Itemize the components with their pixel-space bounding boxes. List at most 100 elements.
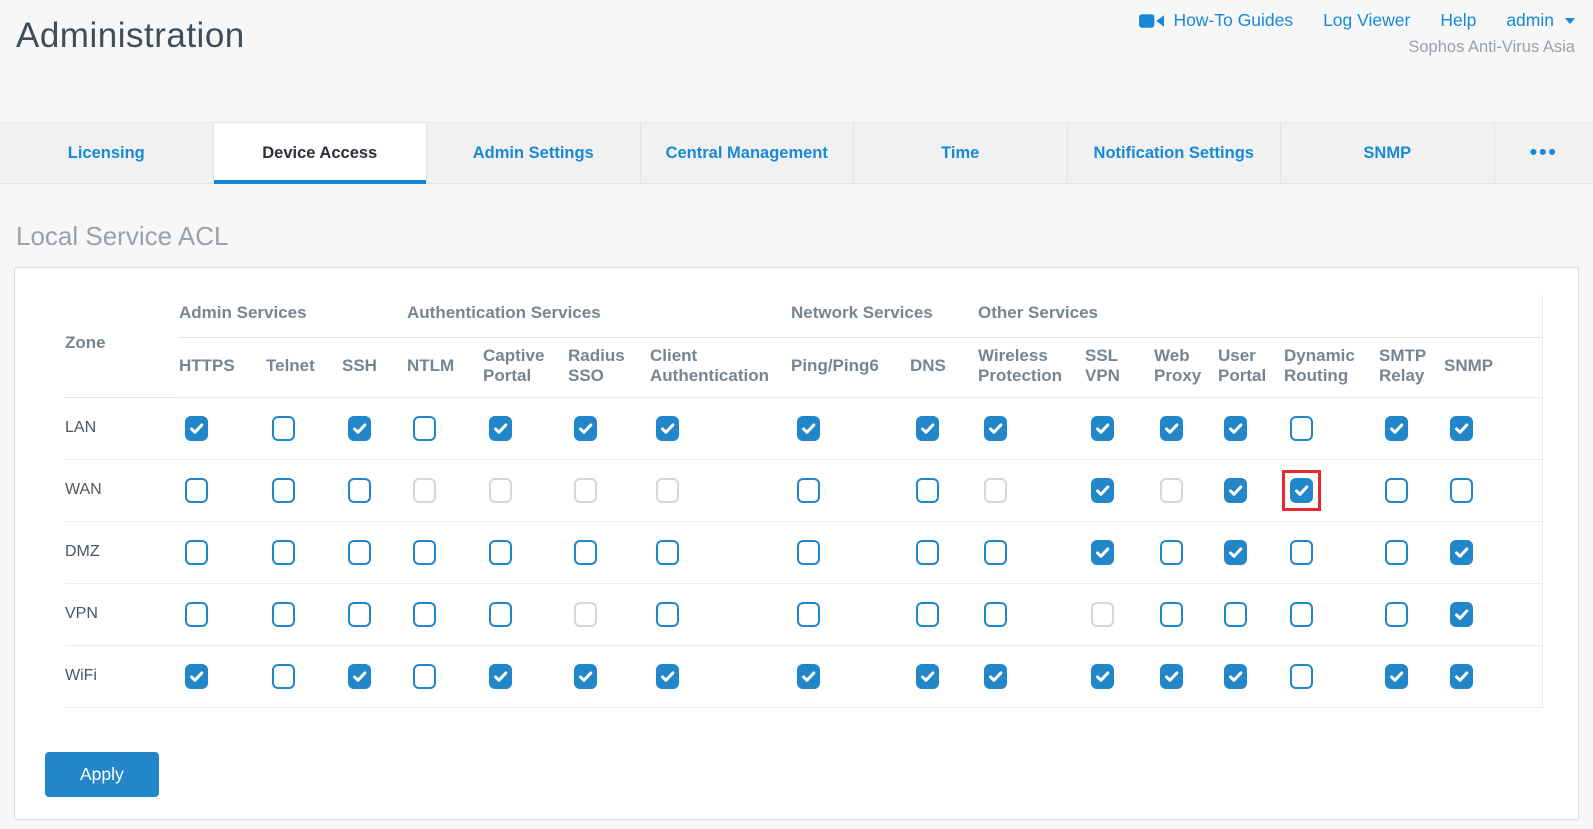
checkbox-wifi-ntlm[interactable] [413, 664, 436, 689]
checkbox-vpn-client-authentication[interactable] [656, 602, 679, 627]
cell-wan-dns [910, 459, 978, 521]
checkbox-lan-wireless-protection[interactable] [984, 416, 1007, 441]
checkbox-wifi-web-proxy[interactable] [1160, 664, 1183, 689]
help-link[interactable]: Help [1440, 10, 1476, 31]
checkbox-vpn-snmp[interactable] [1450, 602, 1473, 627]
checkbox-wifi-dynamic-routing[interactable] [1290, 664, 1313, 689]
checkbox-lan-smtp-relay[interactable] [1385, 416, 1408, 441]
checkbox-wan-https[interactable] [185, 478, 208, 503]
checkbox-vpn-user-portal[interactable] [1224, 602, 1247, 627]
checkbox-vpn-wireless-protection[interactable] [984, 602, 1007, 627]
checkbox-wan-ssl-vpn[interactable] [1091, 478, 1114, 503]
checkbox-vpn-ping-ping6[interactable] [797, 602, 820, 627]
checkbox-wan-dns[interactable] [916, 478, 939, 503]
checkbox-wifi-dns[interactable] [916, 664, 939, 689]
checkbox-dmz-telnet[interactable] [272, 540, 295, 565]
checkbox-vpn-telnet[interactable] [272, 602, 295, 627]
checkbox-vpn-dns[interactable] [916, 602, 939, 627]
checkbox-dmz-https[interactable] [185, 540, 208, 565]
checkbox-dmz-ssl-vpn[interactable] [1091, 540, 1114, 565]
checkbox-dmz-dns[interactable] [916, 540, 939, 565]
checkbox-dmz-ping-ping6[interactable] [797, 540, 820, 565]
checkbox-lan-ntlm[interactable] [413, 416, 436, 441]
col-header-telnet: Telnet [266, 337, 342, 397]
group-header-network-services: Network Services [791, 295, 978, 337]
checkbox-wan-telnet[interactable] [272, 478, 295, 503]
checkmark-icon [1293, 482, 1310, 499]
checkbox-lan-ssl-vpn[interactable] [1091, 416, 1114, 441]
checkbox-vpn-https[interactable] [185, 602, 208, 627]
cell-lan-ssh [342, 397, 407, 459]
tabs-more-button[interactable]: ••• [1495, 123, 1593, 183]
checkbox-dmz-user-portal[interactable] [1224, 540, 1247, 565]
checkbox-dmz-smtp-relay[interactable] [1385, 540, 1408, 565]
cell-wifi-snmp [1444, 645, 1542, 707]
acl-row-lan: LAN [65, 397, 1542, 459]
checkbox-wifi-snmp[interactable] [1450, 664, 1473, 689]
log-viewer-link[interactable]: Log Viewer [1323, 10, 1410, 31]
checkbox-vpn-web-proxy[interactable] [1160, 602, 1183, 627]
checkbox-dmz-captive-portal[interactable] [489, 540, 512, 565]
checkbox-lan-user-portal[interactable] [1224, 416, 1247, 441]
checkbox-lan-ping-ping6[interactable] [797, 416, 820, 441]
checkbox-lan-dns[interactable] [916, 416, 939, 441]
checkbox-wifi-wireless-protection[interactable] [984, 664, 1007, 689]
checkbox-wan-snmp[interactable] [1450, 478, 1473, 503]
tab-central-management[interactable]: Central Management [641, 123, 855, 183]
checkbox-wan-user-portal[interactable] [1224, 478, 1247, 503]
checkbox-lan-client-authentication[interactable] [656, 416, 679, 441]
checkbox-dmz-radius-sso[interactable] [574, 540, 597, 565]
checkbox-dmz-ntlm[interactable] [413, 540, 436, 565]
checkbox-dmz-wireless-protection[interactable] [984, 540, 1007, 565]
checkbox-wifi-ping-ping6[interactable] [797, 664, 820, 689]
checkbox-vpn-captive-portal[interactable] [489, 602, 512, 627]
tab-admin-settings[interactable]: Admin Settings [427, 123, 641, 183]
checkbox-wifi-ssl-vpn[interactable] [1091, 664, 1114, 689]
cell-wan-captive-portal [483, 459, 568, 521]
checkbox-wifi-radius-sso[interactable] [574, 664, 597, 689]
checkbox-wifi-smtp-relay[interactable] [1385, 664, 1408, 689]
zone-label: WAN [65, 459, 179, 521]
checkbox-lan-https[interactable] [185, 416, 208, 441]
checkbox-wan-dynamic-routing[interactable] [1290, 478, 1313, 503]
admin-menu[interactable]: admin [1506, 10, 1575, 31]
checkbox-vpn-dynamic-routing[interactable] [1290, 602, 1313, 627]
checkbox-lan-web-proxy[interactable] [1160, 416, 1183, 441]
checkbox-wifi-user-portal[interactable] [1224, 664, 1247, 689]
checkbox-dmz-ssh[interactable] [348, 540, 371, 565]
checkbox-wifi-client-authentication[interactable] [656, 664, 679, 689]
apply-button[interactable]: Apply [45, 752, 159, 797]
checkbox-vpn-ssh[interactable] [348, 602, 371, 627]
checkbox-dmz-dynamic-routing[interactable] [1290, 540, 1313, 565]
checkbox-dmz-web-proxy[interactable] [1160, 540, 1183, 565]
cell-dmz-telnet [266, 521, 342, 583]
checkbox-wifi-https[interactable] [185, 664, 208, 689]
tab-snmp[interactable]: SNMP [1281, 123, 1495, 183]
checkbox-wan-ping-ping6[interactable] [797, 478, 820, 503]
checkbox-wifi-telnet[interactable] [272, 664, 295, 689]
tab-licensing[interactable]: Licensing [0, 123, 214, 183]
checkbox-dmz-snmp[interactable] [1450, 540, 1473, 565]
checkbox-vpn-ntlm[interactable] [413, 602, 436, 627]
how-to-guides-link[interactable]: How-To Guides [1139, 10, 1293, 31]
cell-wan-https [179, 459, 266, 521]
checkbox-wifi-ssh[interactable] [348, 664, 371, 689]
checkbox-wan-ssh[interactable] [348, 478, 371, 503]
tab-time[interactable]: Time [854, 123, 1068, 183]
checkbox-lan-dynamic-routing[interactable] [1290, 416, 1313, 441]
tab-device-access[interactable]: Device Access [214, 123, 428, 183]
video-camera-icon [1139, 13, 1164, 29]
checkbox-lan-radius-sso[interactable] [574, 416, 597, 441]
tab-notification-settings[interactable]: Notification Settings [1068, 123, 1282, 183]
checkbox-dmz-client-authentication[interactable] [656, 540, 679, 565]
checkbox-wifi-captive-portal[interactable] [489, 664, 512, 689]
cell-vpn-ssl-vpn [1085, 583, 1154, 645]
checkbox-lan-telnet[interactable] [272, 416, 295, 441]
checkbox-vpn-smtp-relay[interactable] [1385, 602, 1408, 627]
cell-lan-ssl-vpn [1085, 397, 1154, 459]
checkbox-lan-captive-portal[interactable] [489, 416, 512, 441]
checkbox-wan-smtp-relay[interactable] [1385, 478, 1408, 503]
checkbox-lan-snmp[interactable] [1450, 416, 1473, 441]
checkmark-icon [577, 668, 594, 685]
checkbox-lan-ssh[interactable] [348, 416, 371, 441]
